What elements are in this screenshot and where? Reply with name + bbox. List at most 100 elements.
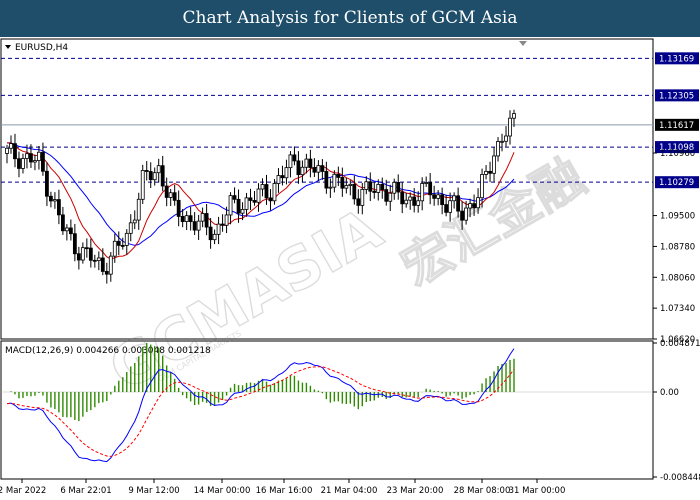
current-price-label: 1.11617 (659, 121, 694, 131)
time-axis-label: 6 Mar 22:01 (60, 486, 111, 496)
candle-body (416, 200, 421, 206)
candle-body (268, 197, 273, 202)
candle-body (72, 233, 77, 255)
candle-body (328, 186, 333, 189)
candle-body (488, 170, 492, 174)
price-axis-label: 1.08780 (660, 242, 695, 252)
candle-body (316, 165, 321, 173)
candle-body (180, 216, 185, 222)
candle-body (500, 140, 504, 143)
candle-body (364, 181, 369, 190)
candle-body (352, 183, 357, 200)
candle-body (45, 170, 49, 197)
candle-body (240, 208, 245, 214)
level-tag-label: 1.10279 (659, 178, 694, 188)
time-axis-label: 23 Mar 20:00 (387, 486, 444, 496)
candle-body (380, 184, 385, 190)
candle-body (296, 160, 301, 176)
candle-body (360, 189, 365, 206)
time-axis-label: 16 Mar 16:00 (256, 486, 313, 496)
candle-body (508, 117, 512, 137)
candle-body (304, 158, 309, 168)
candle-body (384, 189, 389, 202)
candle-body (452, 195, 457, 202)
candle-body (37, 151, 41, 161)
candle-body (512, 113, 516, 119)
candle-body (128, 222, 133, 234)
candle-body (53, 199, 57, 202)
candle-body (492, 155, 496, 174)
candle-body (13, 143, 17, 160)
candle-body (156, 165, 161, 174)
candle-body (49, 195, 53, 202)
candle-body (136, 198, 141, 221)
price-axis-label: 1.09500 (660, 212, 695, 222)
candle-body (184, 215, 189, 222)
time-axis-label: 9 Mar 12:00 (128, 486, 179, 496)
candle-body (412, 196, 417, 206)
candle-body (100, 257, 105, 272)
candle-body (480, 174, 484, 199)
candle-body (312, 167, 317, 173)
candle-body (196, 220, 201, 231)
time-axis-label: 31 Mar 00:00 (509, 486, 566, 496)
candle-body (456, 195, 461, 212)
macd-axis-label: 0.004871 (660, 339, 700, 349)
candle-body (204, 213, 209, 228)
candle-body (404, 199, 409, 205)
candle-body (120, 245, 125, 247)
candle-body (444, 204, 449, 213)
candle-body (56, 199, 61, 216)
candle-body (236, 198, 241, 214)
candle-body (484, 170, 488, 175)
candle-body (132, 219, 137, 224)
candle-body (228, 195, 233, 216)
price-axis-label: 1.07340 (660, 304, 695, 314)
candle-body (64, 227, 69, 232)
candle-body (116, 240, 121, 246)
candle-body (288, 154, 293, 169)
candle-body (300, 166, 305, 176)
candle-body (400, 191, 405, 205)
candle-body (280, 175, 285, 179)
candle-body (216, 223, 221, 235)
candle-body (340, 177, 345, 189)
candle-body (472, 203, 476, 209)
candle-body (356, 198, 361, 206)
candle-body (432, 194, 437, 199)
symbol-selector[interactable]: EURUSD,H4 (5, 43, 68, 53)
candle-body (152, 172, 157, 181)
candle-body (348, 183, 353, 186)
candle-body (41, 151, 45, 172)
candle-body (244, 197, 249, 210)
candle-body (84, 247, 89, 250)
candle-body (80, 247, 85, 261)
candle-body (428, 182, 433, 196)
candle-body (476, 197, 480, 209)
candle-body (188, 215, 193, 223)
price-axis-label: 1.10960 (660, 149, 695, 159)
price-chart[interactable]: GCMASIA 宏汇金融 GCM CAPITAL MARKETS EURUSD,… (0, 37, 700, 500)
candle-body (104, 271, 109, 275)
candle-body (108, 255, 113, 275)
candle-body (276, 175, 281, 184)
candle-body (388, 192, 393, 202)
candle-body (504, 135, 508, 142)
candle-body (220, 223, 225, 226)
candle-body (112, 240, 117, 257)
candle-body (200, 213, 205, 222)
candle-body (208, 226, 213, 241)
time-axis-label: 14 Mar 00:00 (194, 486, 251, 496)
candle-body (272, 183, 277, 202)
candle-body (256, 188, 261, 203)
candle-body (33, 160, 37, 163)
candle-body (468, 203, 472, 209)
candle-body (232, 195, 237, 200)
macd-label: MACD(12,26,9) 0.004266 0.003048 0.001218 (5, 346, 211, 356)
candle-body (324, 171, 329, 189)
candle-body (308, 158, 313, 168)
candle-body (168, 192, 173, 198)
candle-body (9, 143, 13, 149)
price-axis-label: 1.08060 (660, 273, 695, 283)
time-axis-label: 28 Mar 08:00 (454, 486, 511, 496)
